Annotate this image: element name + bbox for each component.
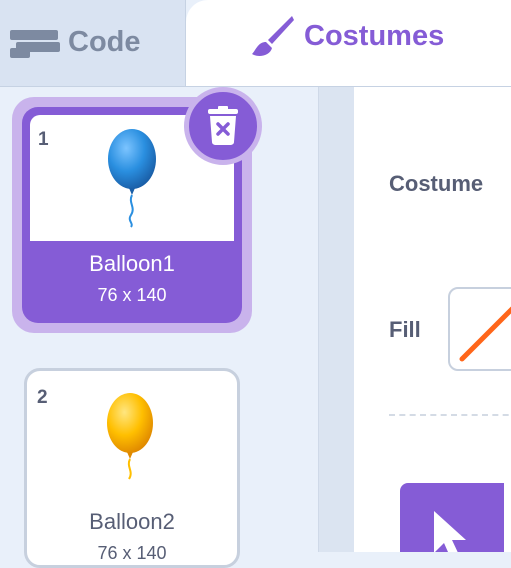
costume-name: Balloon1 — [89, 251, 175, 276]
tab-costumes[interactable]: Costumes — [186, 0, 511, 86]
tab-costumes-label: Costumes — [304, 20, 445, 52]
costume-list-scroll-area — [318, 87, 354, 552]
costume-number: 1 — [38, 129, 49, 150]
delete-costume-button[interactable] — [184, 87, 262, 165]
tab-code-label: Code — [68, 26, 141, 58]
no-fill-slash-icon — [459, 306, 511, 362]
toolbar-divider — [389, 414, 511, 416]
yellow-balloon-icon — [107, 393, 153, 480]
code-blocks-icon — [10, 28, 60, 63]
paintbrush-icon — [248, 14, 296, 65]
costume-dimensions: 76 x 140 — [97, 543, 167, 563]
costume-name: Balloon2 — [89, 509, 175, 534]
fill-label: Fill — [389, 317, 421, 342]
costume-dimensions: 76 x 140 — [97, 285, 167, 305]
trash-icon — [208, 106, 238, 145]
paint-editor: Costume Fill — [354, 87, 511, 552]
costume-card-2[interactable]: 2 Balloon2 76 x 140 — [24, 368, 240, 568]
costume-name-field-label: Costume — [389, 171, 484, 196]
fill-color-button[interactable] — [448, 287, 511, 371]
select-tool-button[interactable] — [400, 483, 504, 552]
tab-code[interactable]: Code — [0, 0, 186, 86]
arrow-cursor-icon — [434, 511, 466, 552]
